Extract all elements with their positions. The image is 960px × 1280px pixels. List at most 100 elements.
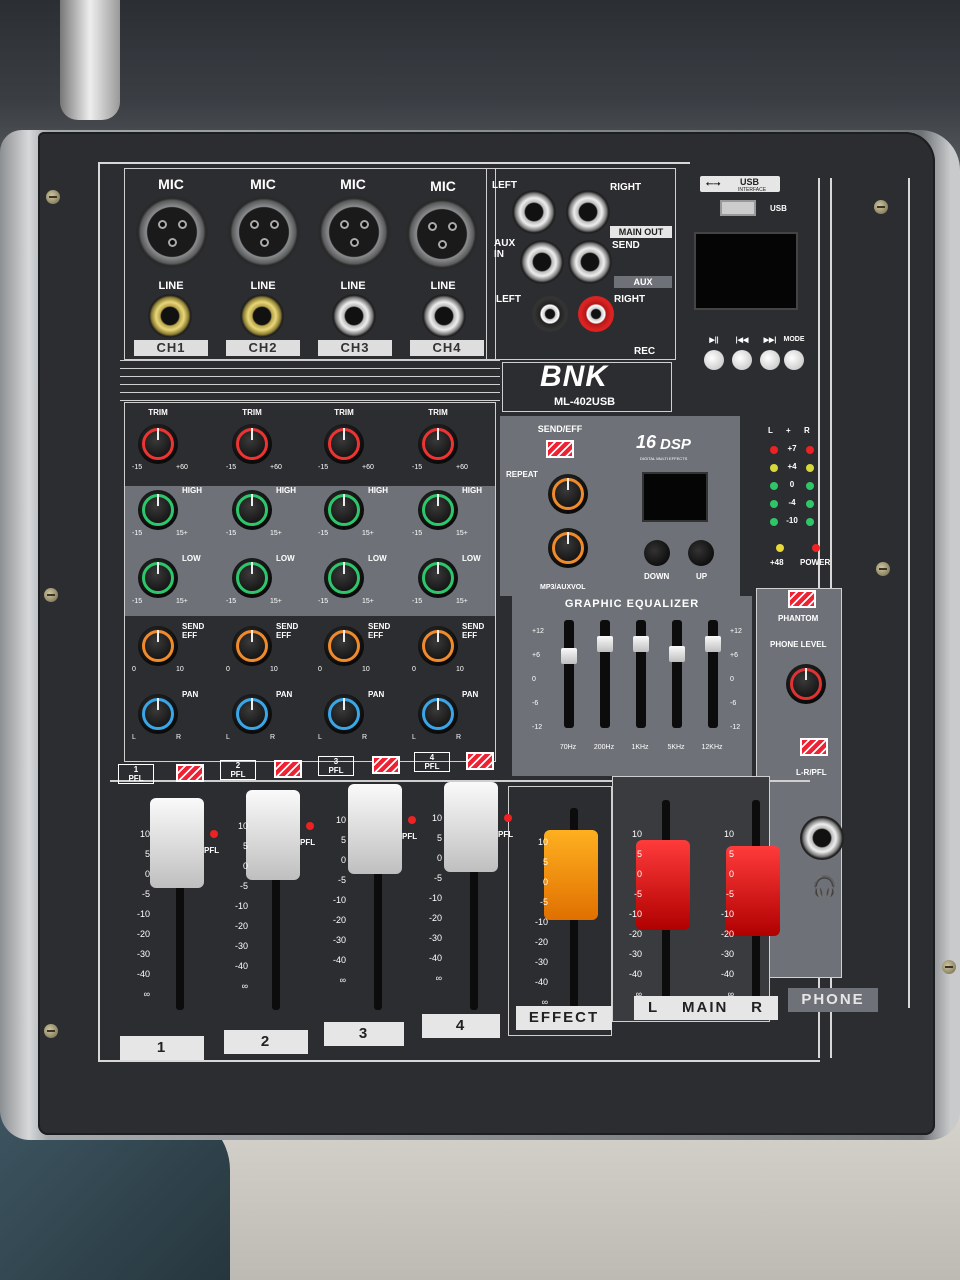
play-pause-button[interactable] xyxy=(704,350,724,370)
line-jack-4[interactable] xyxy=(422,294,466,338)
low-knob-3[interactable] xyxy=(324,558,364,598)
fader-scale-tick: 0 xyxy=(340,855,346,865)
pan-max-tick: R xyxy=(270,734,276,741)
xlr-input-3[interactable] xyxy=(318,196,390,268)
high-knob-2[interactable] xyxy=(232,490,272,530)
rec-right-rca[interactable] xyxy=(578,296,614,332)
channel-fader-2[interactable] xyxy=(246,790,300,880)
usb-port[interactable] xyxy=(720,200,756,216)
mic-label: MIC xyxy=(430,178,456,194)
send-eff-label: SEND EFF xyxy=(368,622,391,640)
pfl-button-1[interactable] xyxy=(176,764,204,782)
fader-scale-tick: 0 xyxy=(144,869,150,879)
repeat-knob[interactable] xyxy=(548,474,588,514)
power-label: POWER xyxy=(800,558,831,567)
knob-indicator xyxy=(157,428,159,440)
phantom-label: PHANTOM xyxy=(778,614,819,623)
pfl-button-4[interactable] xyxy=(466,752,494,770)
next-button[interactable] xyxy=(760,350,780,370)
channel-fader-3[interactable] xyxy=(348,784,402,874)
meter-led-right xyxy=(806,518,814,526)
aux-send-jack[interactable] xyxy=(568,240,612,284)
fader-scale-tick: -40 xyxy=(628,969,642,979)
fader-scale-tick: -30 xyxy=(428,933,442,943)
main-out-left-jack[interactable] xyxy=(512,190,556,234)
lr-pfl-button[interactable] xyxy=(800,738,828,756)
trim-knob-3[interactable] xyxy=(324,424,364,464)
screw xyxy=(44,1024,58,1038)
effect-down-button[interactable] xyxy=(644,540,670,566)
low-min-tick: -15 xyxy=(132,598,143,605)
aux-in-jack[interactable] xyxy=(520,240,564,284)
mode-button[interactable] xyxy=(784,350,804,370)
low-min-tick: -15 xyxy=(318,598,329,605)
pfl-button-3[interactable] xyxy=(372,756,400,774)
xlr-input-2[interactable] xyxy=(228,196,300,268)
send-eff-button[interactable] xyxy=(546,440,574,458)
low-knob-4[interactable] xyxy=(418,558,458,598)
geq-band-slider-1[interactable] xyxy=(561,648,577,664)
pfl-button-2[interactable] xyxy=(274,760,302,778)
channel-fader-1[interactable] xyxy=(150,798,204,888)
chrome-handle xyxy=(60,0,120,120)
frame-line xyxy=(100,1060,820,1062)
mp3-aux-volume-knob[interactable] xyxy=(548,528,588,568)
effect-fader[interactable] xyxy=(544,830,598,920)
xlr-input-1[interactable] xyxy=(136,196,208,268)
fader-scale-tick: -10 xyxy=(628,909,642,919)
trim-knob-1[interactable] xyxy=(138,424,178,464)
fader-scale-tick: -20 xyxy=(428,913,442,923)
pan-knob-1[interactable] xyxy=(138,694,178,734)
channel-fader-4[interactable] xyxy=(444,782,498,872)
send-eff-knob-3[interactable] xyxy=(324,626,364,666)
send-eff-label: SEND EFF xyxy=(276,622,299,640)
line-jack-2[interactable] xyxy=(240,294,284,338)
geq-scale-right: +12 xyxy=(730,628,742,635)
meter-plus-label: + xyxy=(786,426,791,435)
fader-scale-tick: -40 xyxy=(136,969,150,979)
main-r-label: R xyxy=(751,999,764,1016)
power-led xyxy=(812,544,820,552)
high-knob-1[interactable] xyxy=(138,490,178,530)
xlr-input-4[interactable] xyxy=(406,198,478,270)
geq-band-slider-5[interactable] xyxy=(705,636,721,652)
line-jack-3[interactable] xyxy=(332,294,376,338)
phantom-button[interactable] xyxy=(788,590,816,608)
headphone-jack[interactable] xyxy=(800,816,844,860)
low-knob-1[interactable] xyxy=(138,558,178,598)
geq-band-slider-3[interactable] xyxy=(633,636,649,652)
trim-knob-4[interactable] xyxy=(418,424,458,464)
send-eff-knob-1[interactable] xyxy=(138,626,178,666)
send-eff-label: SEND EFF xyxy=(462,622,485,640)
pan-knob-4[interactable] xyxy=(418,694,458,734)
pan-label: PAN xyxy=(276,690,293,699)
rec-left-rca[interactable] xyxy=(532,296,568,332)
main-right-fader[interactable] xyxy=(726,846,780,936)
pan-knob-3[interactable] xyxy=(324,694,364,734)
rec-left-label: LEFT xyxy=(496,294,521,305)
main-out-right-jack[interactable] xyxy=(566,190,610,234)
main-left-fader[interactable] xyxy=(636,840,690,930)
pan-label: PAN xyxy=(182,690,199,699)
trim-knob-2[interactable] xyxy=(232,424,272,464)
screw xyxy=(876,562,890,576)
knob-indicator xyxy=(251,494,253,506)
play-pause-label: ▶|| xyxy=(709,337,719,344)
low-knob-2[interactable] xyxy=(232,558,272,598)
effect-up-button[interactable] xyxy=(688,540,714,566)
line-jack-1[interactable] xyxy=(148,294,192,338)
fader-scale-tick: -20 xyxy=(136,929,150,939)
pan-knob-2[interactable] xyxy=(232,694,272,734)
phone-level-knob[interactable] xyxy=(786,664,826,704)
channel-label-4: CH4 xyxy=(410,340,484,356)
geq-band-slider-4[interactable] xyxy=(669,646,685,662)
meter-led-right xyxy=(806,446,814,454)
send-eff-knob-4[interactable] xyxy=(418,626,458,666)
send-eff-knob-2[interactable] xyxy=(232,626,272,666)
geq-band-slider-2[interactable] xyxy=(597,636,613,652)
high-knob-4[interactable] xyxy=(418,490,458,530)
knob-indicator xyxy=(251,630,253,642)
high-knob-3[interactable] xyxy=(324,490,364,530)
geq-band-label: 5KHz xyxy=(667,744,685,751)
prev-button[interactable] xyxy=(732,350,752,370)
